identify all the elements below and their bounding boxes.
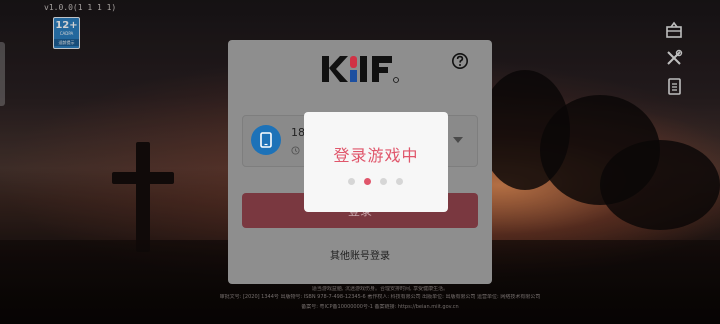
- account-number: 18: [291, 126, 305, 139]
- other-account-login-link[interactable]: 其他账号登录: [228, 247, 492, 262]
- loading-modal: 登录游戏中: [304, 112, 448, 212]
- chevron-down-icon[interactable]: [452, 136, 464, 144]
- phone-icon: [251, 125, 281, 155]
- loading-dot: [364, 178, 371, 185]
- loading-dot: [396, 178, 403, 185]
- loading-title: 登录游戏中: [333, 146, 419, 165]
- phone-glyph-icon: [260, 132, 272, 148]
- clock-icon: [291, 146, 300, 155]
- help-icon[interactable]: [451, 52, 469, 70]
- khf-logo: [322, 56, 399, 83]
- loading-dot: [380, 178, 387, 185]
- loading-dot: [348, 178, 355, 185]
